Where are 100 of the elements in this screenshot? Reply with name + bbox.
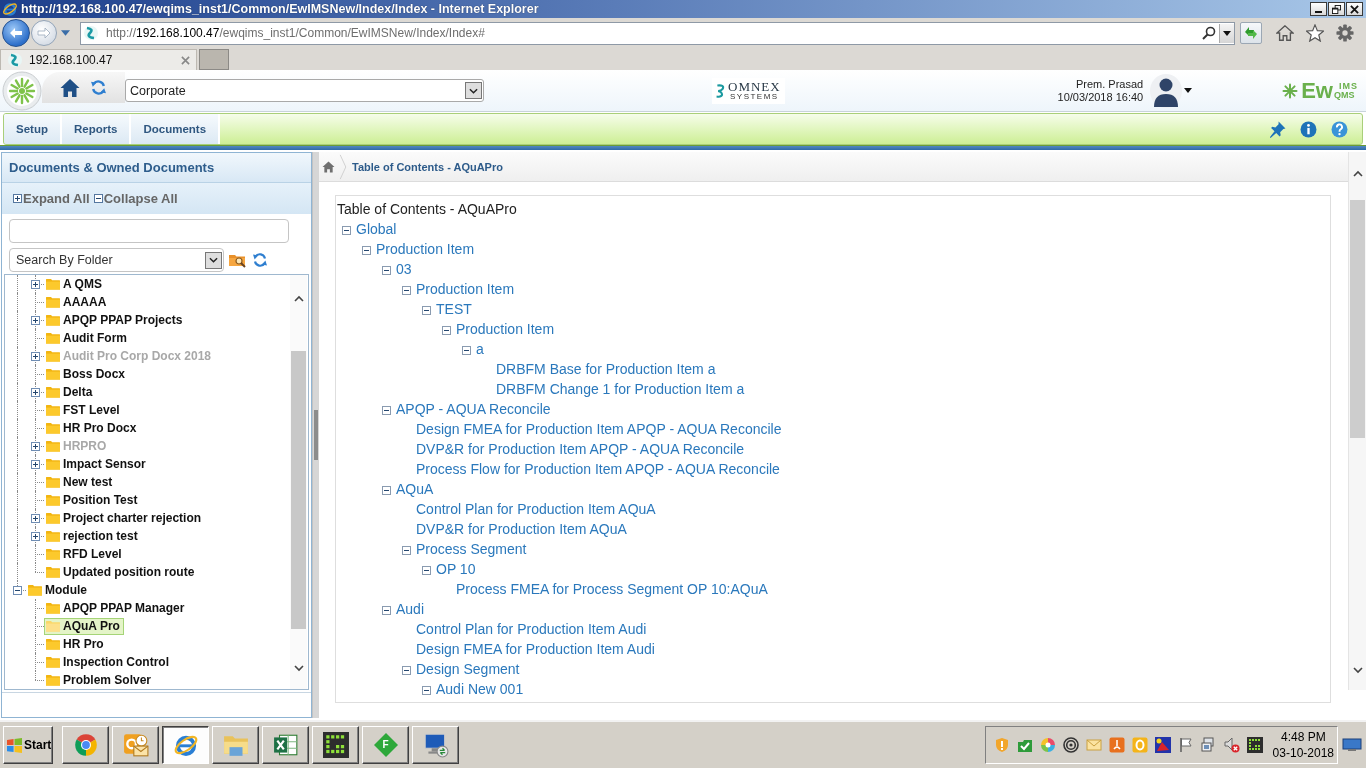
expand-icon[interactable] bbox=[31, 279, 40, 289]
compatibility-button[interactable] bbox=[1240, 22, 1262, 44]
scrollbar[interactable] bbox=[1348, 152, 1366, 690]
toc-link[interactable]: AQuA bbox=[396, 481, 434, 497]
collapse-icon[interactable] bbox=[402, 665, 411, 675]
collapse-icon[interactable] bbox=[362, 245, 371, 255]
tree-item[interactable]: Boss Docx bbox=[44, 365, 130, 383]
collapse-icon[interactable] bbox=[382, 485, 391, 495]
toc-link[interactable]: DRBFM Base for Production Item a bbox=[496, 361, 716, 377]
scroll-up-icon[interactable] bbox=[1352, 170, 1363, 177]
tree-item[interactable]: HR Pro bbox=[44, 635, 108, 653]
folder-search-icon[interactable] bbox=[229, 252, 247, 268]
toc-link[interactable]: Production Item bbox=[416, 281, 515, 297]
home-icon[interactable] bbox=[1276, 24, 1294, 42]
toc-link[interactable]: Process Flow for Production Item APQP - AQUA Reconcile bbox=[416, 461, 780, 477]
scroll-down-icon[interactable] bbox=[1352, 667, 1363, 674]
close-button[interactable] bbox=[1346, 2, 1363, 16]
start-button[interactable]: Start bbox=[3, 726, 53, 764]
splitter-handle[interactable] bbox=[314, 410, 318, 460]
collapse-icon[interactable] bbox=[382, 605, 391, 615]
toc-link[interactable]: DRBFM Change 1 for Production Item a bbox=[496, 381, 745, 397]
scrollbar[interactable] bbox=[290, 275, 307, 689]
dropdown-button[interactable] bbox=[1219, 23, 1234, 43]
home-icon[interactable] bbox=[322, 160, 335, 173]
collapse-all-button[interactable]: Collapse All bbox=[93, 191, 178, 206]
company-select[interactable]: Corporate bbox=[125, 79, 484, 102]
toc-link[interactable]: Design FMEA for Production Item APQP - AQUA Reconcile bbox=[416, 421, 782, 437]
tree-item[interactable]: Problem Solver bbox=[44, 671, 156, 689]
scroll-thumb[interactable] bbox=[291, 351, 306, 629]
menu-tab[interactable]: Setup bbox=[4, 114, 62, 144]
search-icon[interactable] bbox=[1202, 26, 1216, 40]
home-icon[interactable] bbox=[60, 77, 80, 98]
toc-link[interactable]: Production Item bbox=[376, 241, 475, 257]
tree-item[interactable]: Inspection Control bbox=[44, 653, 173, 671]
app-tile-icon[interactable] bbox=[1155, 737, 1171, 753]
restore-button[interactable] bbox=[1328, 2, 1345, 16]
tree-item[interactable]: FST Level bbox=[44, 401, 124, 419]
collapse-icon[interactable] bbox=[442, 325, 451, 335]
expand-icon[interactable] bbox=[31, 531, 40, 541]
muted-speaker-icon[interactable] bbox=[1224, 737, 1240, 753]
menu-tab[interactable]: Reports bbox=[61, 114, 132, 144]
star-icon[interactable] bbox=[1306, 24, 1324, 42]
help-icon[interactable] bbox=[1331, 120, 1348, 138]
scroll-thumb[interactable] bbox=[1350, 200, 1365, 438]
tree-item[interactable]: A QMS bbox=[44, 275, 106, 293]
tree-item[interactable]: Project charter rejection bbox=[44, 509, 206, 527]
toc-link[interactable]: Process Segment bbox=[416, 541, 527, 557]
toc-link[interactable]: OP 10 bbox=[436, 561, 476, 577]
expand-icon[interactable] bbox=[31, 513, 40, 523]
toc-link[interactable]: a bbox=[476, 341, 484, 357]
tree-item[interactable]: APQP PPAP Projects bbox=[44, 311, 187, 329]
avatar-icon[interactable] bbox=[1150, 73, 1183, 108]
toc-link[interactable]: Design FMEA for Production Item Audi bbox=[416, 641, 655, 657]
collapse-icon[interactable] bbox=[382, 265, 391, 275]
dotted-app-icon[interactable] bbox=[1247, 737, 1263, 753]
pin-icon[interactable] bbox=[1269, 120, 1286, 138]
tree-item[interactable]: Position Test bbox=[44, 491, 142, 509]
collapse-icon[interactable] bbox=[422, 565, 431, 575]
tree-item[interactable]: Audit Form bbox=[44, 329, 131, 347]
app-tile-icon[interactable] bbox=[1109, 737, 1125, 753]
browser-tab[interactable]: 192.168.100.47 bbox=[0, 49, 197, 70]
scroll-up-icon[interactable] bbox=[293, 295, 304, 302]
toc-link[interactable]: Design Segment bbox=[416, 661, 520, 677]
tree-item[interactable]: HR Pro Docx bbox=[44, 419, 141, 437]
address-field[interactable]: http://192.168.100.47/ewqims_inst1/Common/EwIMSNew/Index/Index# bbox=[80, 21, 1235, 45]
toc-link[interactable]: DVP&R for Production Item AQuA bbox=[416, 521, 627, 537]
toc-link[interactable]: APQP - AQUA Reconcile bbox=[396, 401, 551, 417]
toc-link[interactable]: TEST bbox=[436, 301, 472, 317]
tree-item[interactable]: Impact Sensor bbox=[44, 455, 150, 473]
network-icon[interactable] bbox=[1201, 737, 1217, 753]
collapse-icon[interactable] bbox=[13, 585, 22, 595]
tree-item[interactable]: Delta bbox=[44, 383, 97, 401]
toc-link[interactable]: Control Plan for Production Item Audi bbox=[416, 621, 647, 637]
spiral-icon[interactable] bbox=[1063, 737, 1079, 753]
collapse-icon[interactable] bbox=[382, 405, 391, 415]
collapse-icon[interactable] bbox=[402, 285, 411, 295]
color-wheel-icon[interactable] bbox=[1040, 737, 1056, 753]
info-icon[interactable] bbox=[1300, 120, 1317, 138]
collapse-icon[interactable] bbox=[422, 305, 431, 315]
tree-item[interactable]: Module bbox=[26, 581, 91, 599]
tree-item[interactable]: AAAAA bbox=[44, 293, 111, 311]
search-field[interactable] bbox=[9, 219, 289, 243]
settings-icon[interactable] bbox=[1336, 24, 1354, 42]
toc-link[interactable]: Production Item bbox=[456, 321, 555, 337]
expand-icon[interactable] bbox=[31, 387, 40, 397]
taskbar-button[interactable] bbox=[162, 726, 209, 764]
expand-icon[interactable] bbox=[31, 315, 40, 325]
toc-link[interactable]: Audi bbox=[396, 601, 425, 617]
close-icon[interactable] bbox=[181, 55, 190, 65]
collapse-icon[interactable] bbox=[422, 685, 431, 695]
tree-item[interactable]: AQuA Pro bbox=[44, 617, 124, 635]
scroll-down-icon[interactable] bbox=[293, 665, 304, 672]
menu-tab[interactable]: Documents bbox=[131, 114, 221, 144]
minimize-button[interactable] bbox=[1310, 2, 1327, 16]
check-folder-icon[interactable] bbox=[1017, 737, 1033, 753]
toc-link[interactable]: Control Plan for Production Item AQuA bbox=[416, 501, 656, 517]
toc-link[interactable]: Process FMEA for Process Segment OP 10:AQuA bbox=[456, 581, 768, 597]
tree-item[interactable]: Updated position route bbox=[44, 563, 199, 581]
expand-all-button[interactable]: Expand All bbox=[13, 191, 90, 206]
tree-item[interactable]: RFD Level bbox=[44, 545, 126, 563]
